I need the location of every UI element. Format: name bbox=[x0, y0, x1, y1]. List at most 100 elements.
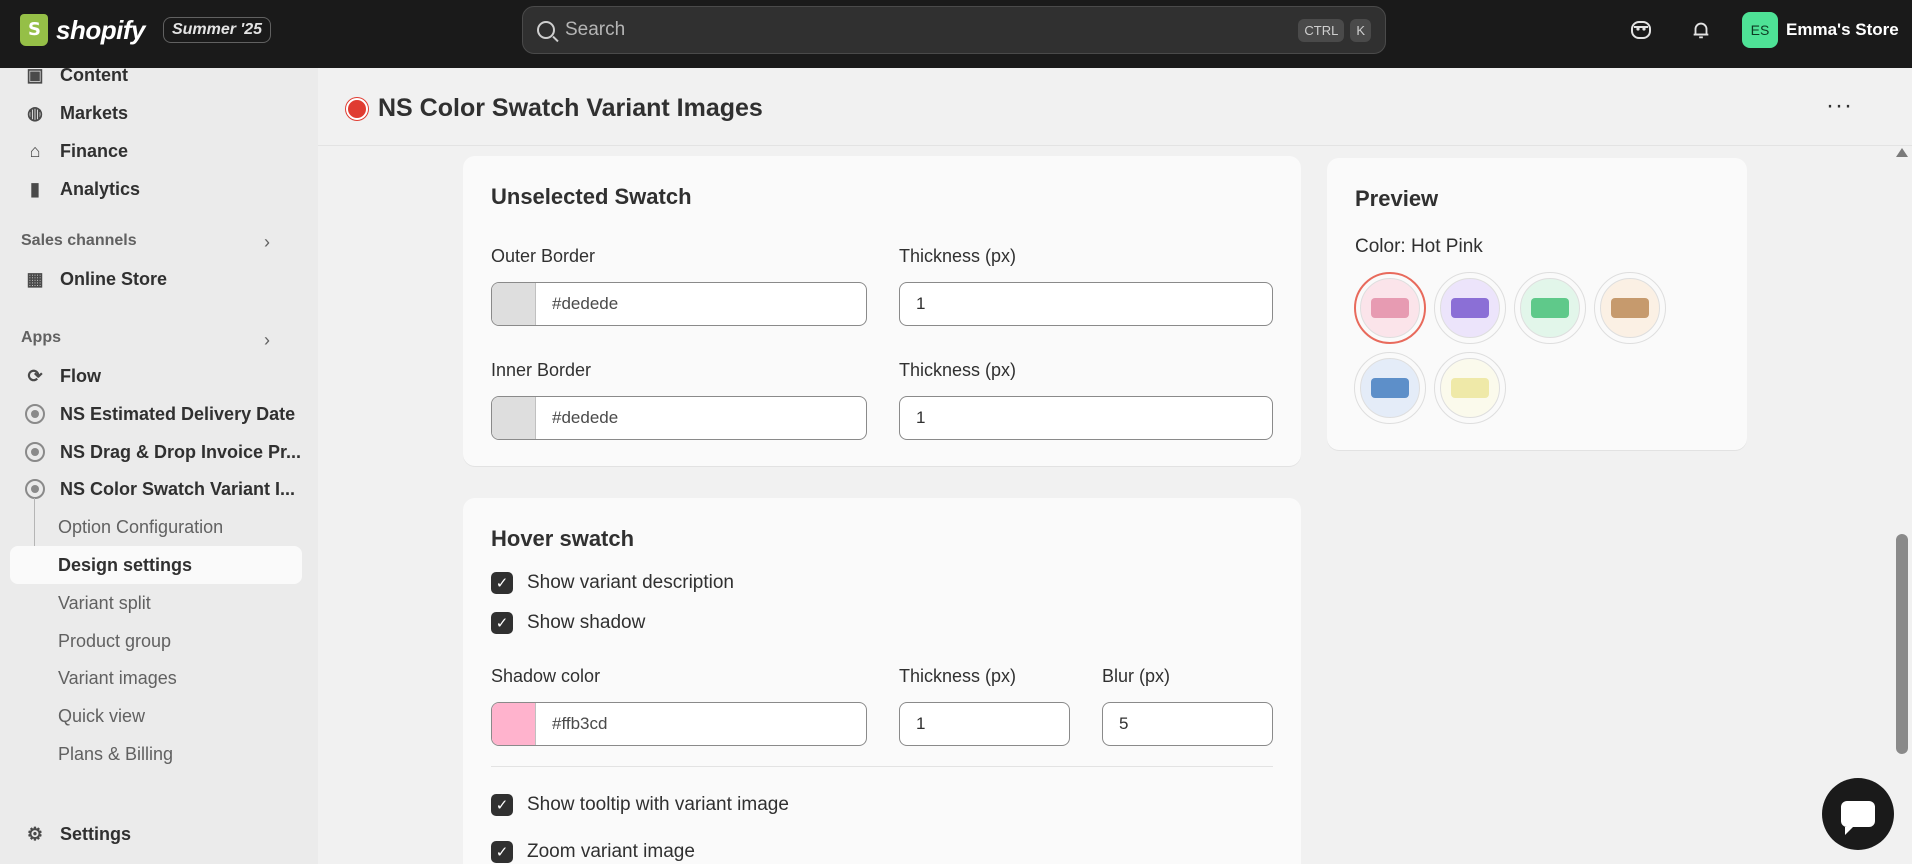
shadow-thickness-value: 1 bbox=[916, 714, 926, 733]
swatch-brown[interactable] bbox=[1594, 272, 1666, 344]
outer-border-label: Outer Border bbox=[491, 246, 596, 266]
shadow-color-value: #ffb3cd bbox=[552, 714, 608, 733]
preview-title: Preview bbox=[1355, 186, 1439, 211]
shadow-color-label: Shadow color bbox=[491, 666, 601, 686]
sidebar-item-ns-color-swatch[interactable]: NS Color Swatch Variant I... bbox=[10, 470, 302, 508]
sidebar-item-label: NS Estimated Delivery Date bbox=[60, 403, 296, 424]
avatar: ES bbox=[1742, 12, 1778, 48]
outer-thickness-input[interactable]: 1 bbox=[899, 282, 1273, 326]
show-description-checkbox[interactable]: ✓ Show variant description bbox=[491, 572, 734, 594]
shortcut-ctrl: CTRL bbox=[1298, 18, 1345, 42]
pillow-image bbox=[1451, 378, 1489, 398]
chat-icon bbox=[1841, 801, 1875, 835]
inner-thickness-input[interactable]: 1 bbox=[899, 396, 1273, 440]
outer-border-color-field[interactable]: #dedede bbox=[491, 282, 867, 326]
sidebar-item-label: Quick view bbox=[58, 705, 146, 726]
sidebar-item-online-store[interactable]: ▦ Online Store bbox=[10, 260, 302, 298]
sidebar-item-variant-split[interactable]: Variant split bbox=[10, 584, 302, 622]
shadow-thickness-input[interactable]: 1 bbox=[899, 702, 1070, 746]
sidebar-item-label: Design settings bbox=[58, 554, 193, 575]
search-bar[interactable]: Search CTRL K bbox=[522, 6, 1386, 54]
bell-icon[interactable] bbox=[1687, 16, 1715, 44]
shopify-bag-icon bbox=[20, 14, 48, 46]
chat-button[interactable] bbox=[1822, 778, 1894, 850]
sidebar-item-label: Online Store bbox=[60, 268, 168, 289]
shortcut-k: K bbox=[1350, 18, 1371, 42]
search-placeholder: Search bbox=[565, 19, 626, 40]
sidebar-item-label: Product group bbox=[58, 630, 172, 651]
sidebar-item-product-group[interactable]: Product group bbox=[10, 622, 302, 660]
inner-border-label: Inner Border bbox=[491, 360, 592, 380]
search-icon bbox=[537, 21, 555, 39]
swatch-blue[interactable] bbox=[1354, 352, 1426, 424]
sidebar-item-flow[interactable]: ⟳ Flow bbox=[10, 357, 302, 395]
pillow-image bbox=[1371, 298, 1409, 318]
outer-thickness-label: Thickness (px) bbox=[899, 246, 1017, 266]
inner-thickness-value: 1 bbox=[916, 408, 926, 427]
show-tooltip-checkbox[interactable]: ✓ Show tooltip with variant image bbox=[491, 794, 789, 816]
color-chip[interactable] bbox=[492, 397, 536, 439]
card-title: Hover swatch bbox=[491, 526, 635, 551]
sidebar-item-design-settings[interactable]: Design settings bbox=[10, 546, 302, 584]
swatch-purple[interactable] bbox=[1434, 272, 1506, 344]
sidebar-item-ns-estimated-delivery[interactable]: NS Estimated Delivery Date bbox=[10, 395, 302, 433]
page-header: NS Color Swatch Variant Images ··· bbox=[318, 68, 1912, 146]
shadow-thickness-label: Thickness (px) bbox=[899, 666, 1017, 686]
scroll-up-arrow[interactable] bbox=[1896, 148, 1908, 157]
sidebar-item-plans-billing[interactable]: Plans & Billing bbox=[10, 735, 302, 773]
checkmark-icon: ✓ bbox=[491, 572, 513, 594]
sidebar-item-analytics[interactable]: ▮ Analytics bbox=[10, 170, 302, 208]
store-name: Emma's Store bbox=[1786, 20, 1899, 39]
checkmark-icon: ✓ bbox=[491, 794, 513, 816]
shadow-color-field[interactable]: #ffb3cd bbox=[491, 702, 867, 746]
store-menu[interactable]: ES Emma's Store bbox=[1742, 12, 1899, 48]
sales-channels-heading: Sales channels bbox=[21, 232, 137, 249]
checkbox-label: Show variant description bbox=[527, 572, 734, 593]
chevron-right-icon[interactable]: › bbox=[264, 330, 270, 351]
sidebar-item-finance[interactable]: ⌂ Finance bbox=[10, 132, 302, 170]
blur-value: 5 bbox=[1119, 714, 1129, 733]
flow-icon: ⟳ bbox=[27, 365, 43, 386]
sidebar-item-content[interactable]: ▣ Content bbox=[10, 56, 302, 94]
sidebar-item-label: Analytics bbox=[60, 178, 141, 199]
sidebar-item-markets[interactable]: ◍ Markets bbox=[10, 94, 302, 132]
swatch-yellow[interactable] bbox=[1434, 352, 1506, 424]
sidebar-item-label: Content bbox=[60, 64, 128, 85]
apps-heading: Apps bbox=[21, 329, 61, 346]
chevron-right-icon[interactable]: › bbox=[264, 232, 270, 253]
checkmark-icon: ✓ bbox=[491, 841, 513, 863]
color-chip[interactable] bbox=[492, 703, 536, 745]
preview-color-text: Color: Hot Pink bbox=[1355, 236, 1483, 257]
sidebar-item-ns-invoice[interactable]: NS Drag & Drop Invoice Pr... bbox=[10, 433, 302, 471]
blur-input[interactable]: 5 bbox=[1102, 702, 1273, 746]
unselected-swatch-card: Unselected Swatch Outer Border #dedede T… bbox=[463, 156, 1301, 466]
checkmark-icon: ✓ bbox=[491, 612, 513, 634]
checkbox-label: Zoom variant image bbox=[527, 841, 695, 862]
shopify-logo[interactable]: shopify Summer '25 bbox=[20, 14, 272, 46]
sidebar-item-label: Markets bbox=[60, 102, 129, 123]
sidebar-item-label: Variant split bbox=[58, 592, 151, 613]
show-shadow-checkbox[interactable]: ✓ Show shadow bbox=[491, 612, 645, 634]
sidekick-icon[interactable] bbox=[1627, 16, 1655, 44]
swatch-hot-pink[interactable] bbox=[1354, 272, 1426, 344]
sidebar-item-label: Flow bbox=[60, 365, 101, 386]
zoom-image-checkbox[interactable]: ✓ Zoom variant image bbox=[491, 841, 695, 863]
edition-badge[interactable]: Summer '25 bbox=[162, 17, 272, 43]
app-icon bbox=[24, 441, 46, 463]
sidebar-item-label: Settings bbox=[60, 823, 132, 844]
sidebar-item-quick-view[interactable]: Quick view bbox=[10, 697, 302, 735]
sidebar-item-label: Variant images bbox=[58, 667, 177, 688]
sidebar-item-settings[interactable]: ⚙ Settings bbox=[10, 815, 302, 853]
pillow-image bbox=[1531, 298, 1569, 318]
sidebar-item-variant-images[interactable]: Variant images bbox=[10, 659, 302, 697]
inner-border-color-field[interactable]: #dedede bbox=[491, 396, 867, 440]
more-actions-button[interactable]: ··· bbox=[1826, 92, 1853, 120]
checkbox-label: Show shadow bbox=[527, 612, 646, 633]
globe-icon: ◍ bbox=[27, 102, 43, 123]
swatch-green[interactable] bbox=[1514, 272, 1586, 344]
sidebar-item-option-configuration[interactable]: Option Configuration bbox=[10, 508, 302, 546]
scrollbar-thumb[interactable] bbox=[1896, 534, 1908, 754]
app-logo-icon bbox=[346, 98, 368, 120]
bank-icon: ⌂ bbox=[29, 140, 41, 161]
color-chip[interactable] bbox=[492, 283, 536, 325]
